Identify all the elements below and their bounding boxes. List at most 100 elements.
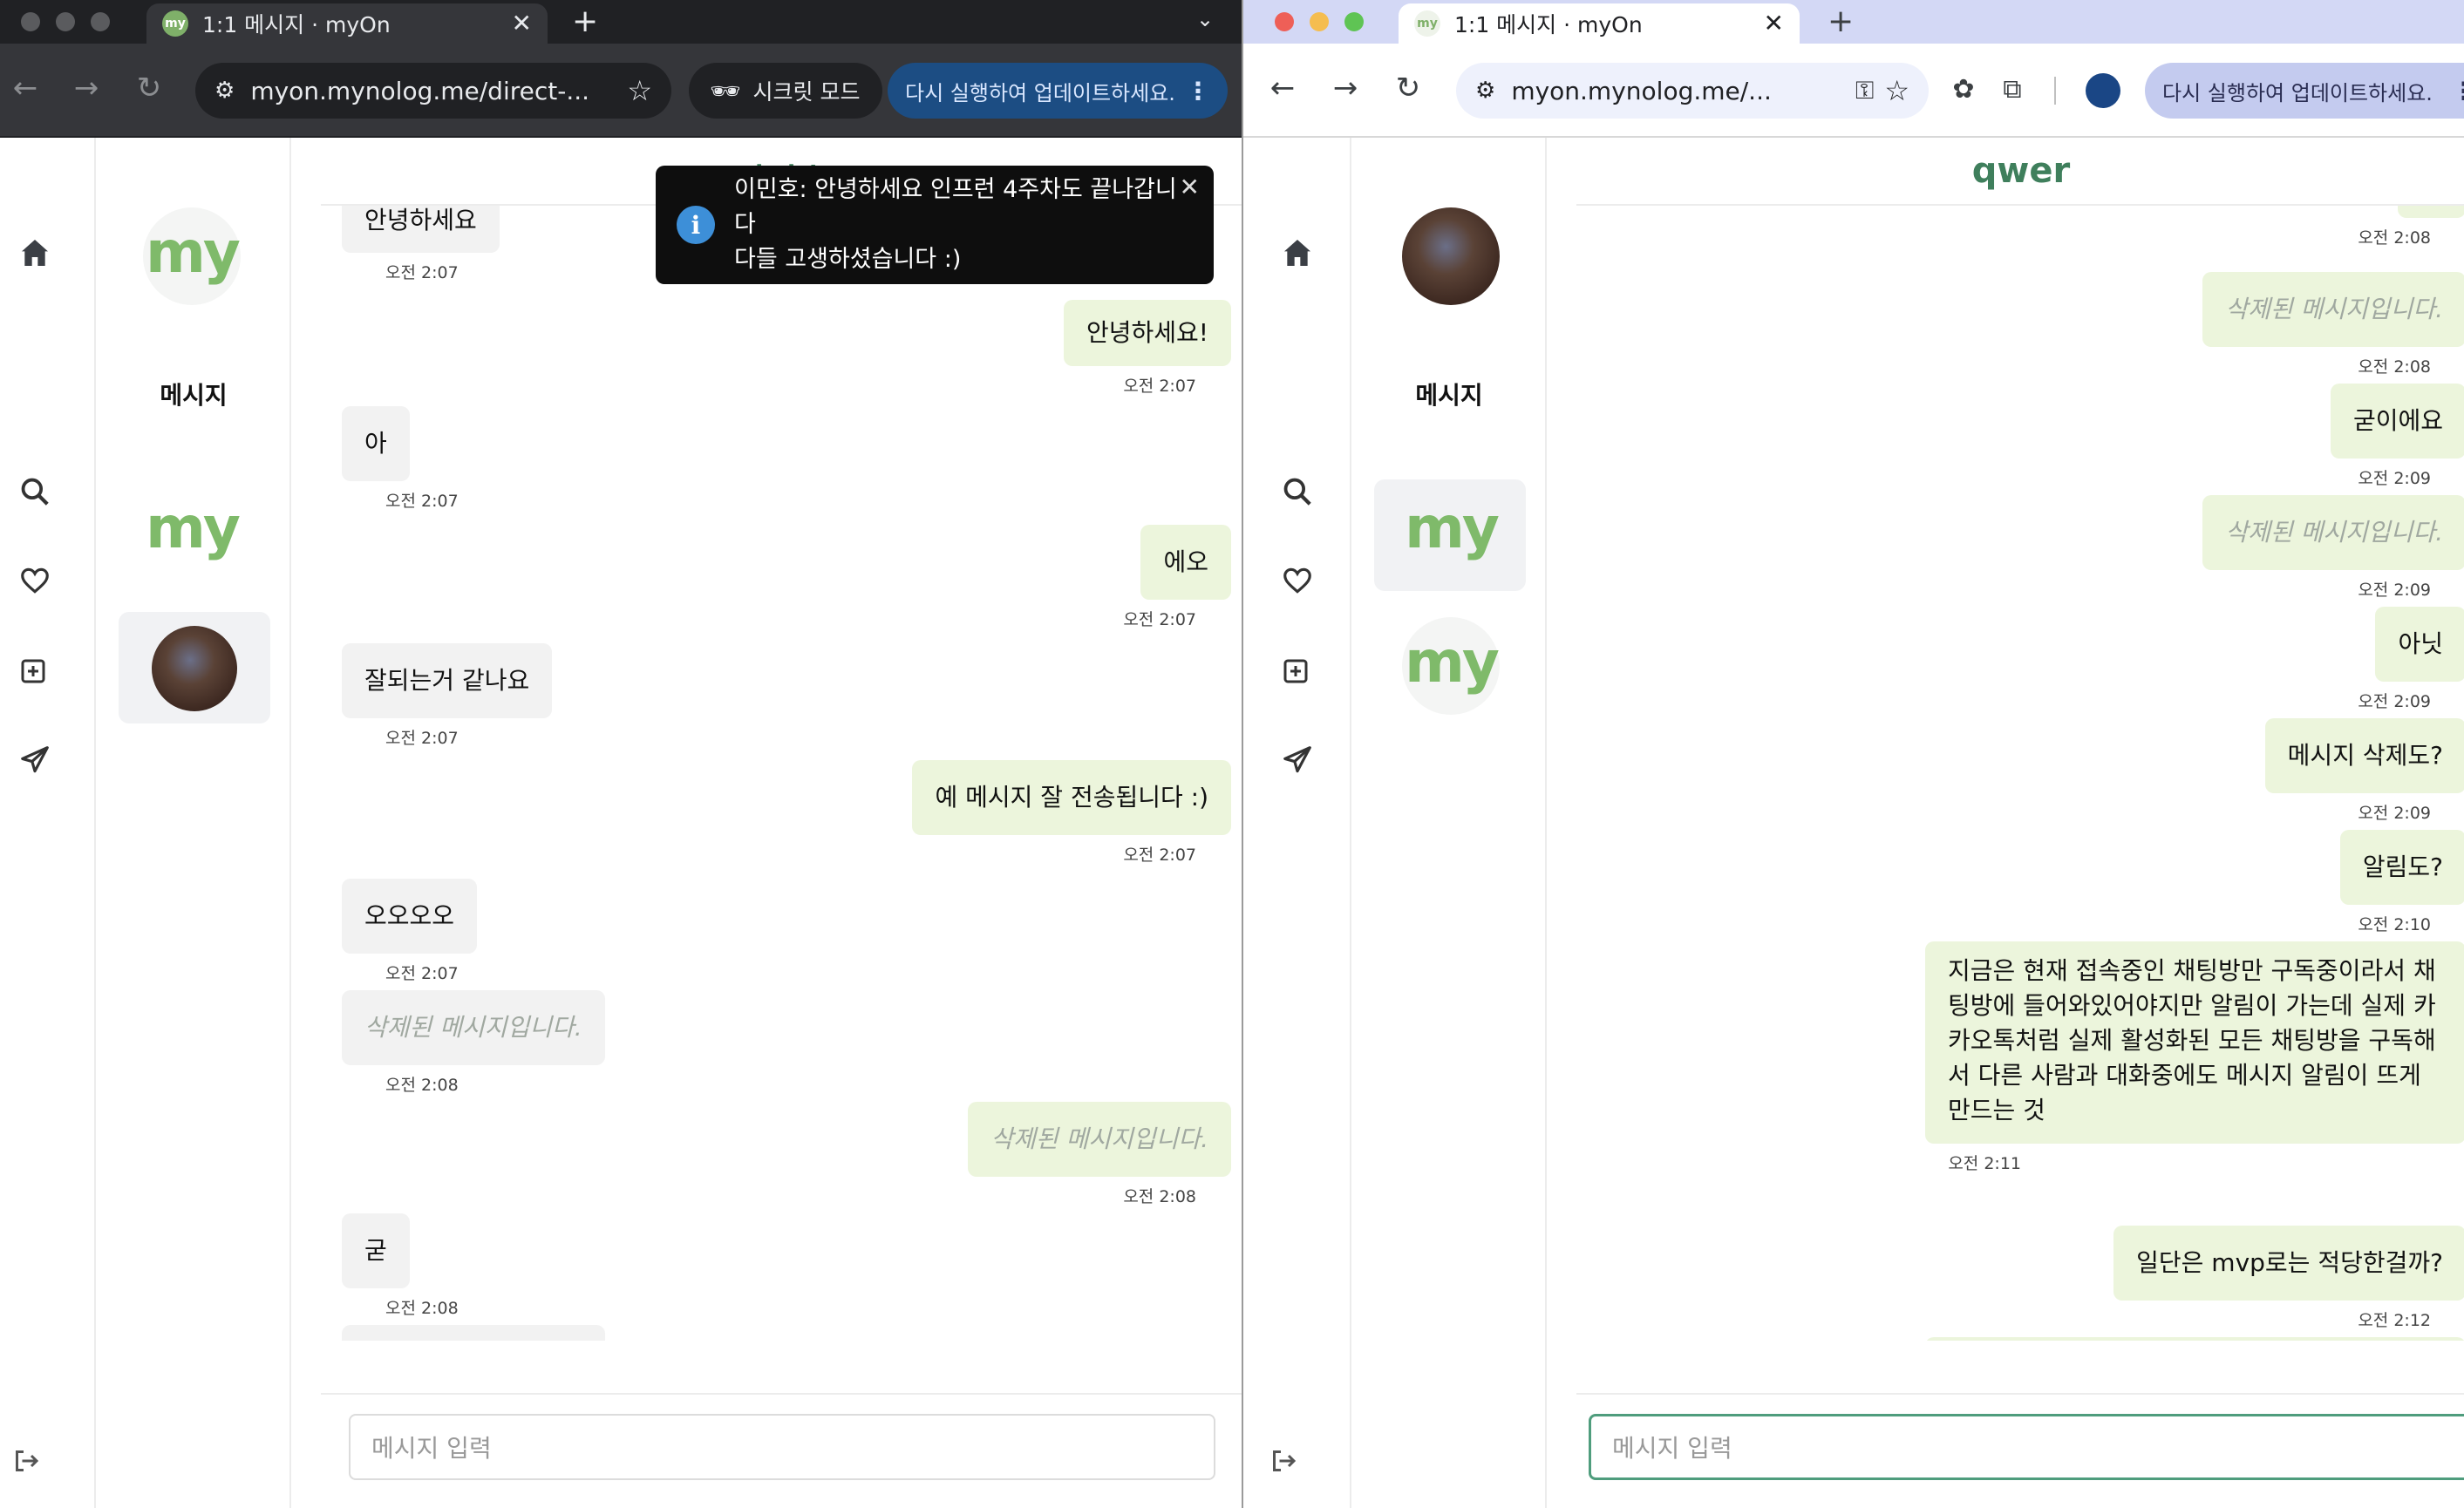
message-input[interactable]: 메시지 입력 [1589, 1414, 2464, 1480]
close-tab-icon[interactable]: ✕ [512, 11, 532, 36]
message-timestamp: 오전 2:07 [385, 263, 459, 282]
dm-item-avatar-2[interactable]: my [1402, 617, 1500, 715]
close-tab-icon[interactable]: ✕ [1764, 11, 1784, 36]
new-tab-icon[interactable]: + [572, 2, 598, 42]
new-tab-icon[interactable]: + [1828, 2, 1854, 42]
minimize-window-button[interactable] [56, 12, 75, 31]
dm-item-avatar[interactable]: my [1402, 483, 1500, 581]
reload-icon[interactable]: ↻ [127, 66, 171, 110]
close-window-button[interactable] [1275, 12, 1294, 31]
browser-toolbar: ← → ↻ ⚙ myon.mynolog.me/direct-... ☆ 🕶 시… [0, 44, 1242, 138]
message-bubble[interactable]: 굳 [342, 1213, 410, 1288]
info-icon: i [677, 206, 715, 244]
incognito-icon: 🕶 [710, 76, 741, 105]
logout-icon[interactable] [0, 1435, 52, 1487]
close-window-button[interactable] [21, 12, 40, 31]
heart-icon[interactable] [9, 554, 61, 607]
message-bubble[interactable]: 지금은 현재 접속중인 채팅방만 구독중이라서 채팅방에 들어와있어야지만 알림… [1925, 941, 2464, 1144]
chat-header-title: qwer [1576, 138, 2464, 206]
send-icon[interactable] [1271, 734, 1324, 786]
deleted-message-bubble[interactable]: 삭제된 메시지입니다. [2202, 272, 2464, 347]
message-bubble[interactable]: 잘되는거 같나요 [342, 643, 553, 718]
back-icon[interactable]: ← [1261, 66, 1304, 110]
dm-item-photo-avatar[interactable] [152, 626, 237, 711]
message-input[interactable]: 메시지 입력 [349, 1414, 1215, 1480]
maximize-window-button[interactable] [91, 12, 110, 31]
message-timestamp: 오전 2:10 [2358, 915, 2431, 934]
message-bubble[interactable]: 알림도? [2339, 830, 2464, 905]
update-chrome-button[interactable]: 다시 실행하여 업데이트하세요. ⋮ [888, 63, 1228, 119]
update-chrome-button[interactable]: 다시 실행하여 업데이트하세요. ⋮ [2145, 63, 2464, 119]
app-body: my 메시지 my 이민호 안녕하세요오전 2:07안녕하세요!오전 2:07아… [0, 138, 1242, 1508]
site-settings-icon[interactable]: ⚙ [214, 78, 235, 104]
deleted-message-bubble[interactable]: 삭제된 메시지입니다. [342, 1325, 605, 1341]
dm-list-title: 메시지 [1415, 381, 1483, 410]
message-bubble[interactable]: 오오오오 [342, 879, 478, 954]
profile-photo-avatar[interactable] [1402, 207, 1500, 305]
profile-avatar[interactable]: my [143, 207, 241, 305]
browser-window-left: my 1:1 메시지 · myOn ✕ + ⌄ ← → ↻ ⚙ myon.myn… [0, 0, 1242, 1508]
tab-active[interactable]: my 1:1 메시지 · myOn ✕ [146, 3, 548, 44]
message-timestamp: 오전 2:12 [2358, 1311, 2431, 1330]
toolbar-separator [2054, 77, 2056, 105]
message-bubble[interactable]: 아 [342, 406, 410, 481]
close-icon[interactable]: ✕ [1180, 173, 1200, 201]
home-icon[interactable] [1271, 227, 1324, 279]
tab-strip: my 1:1 메시지 · myOn ✕ + [1243, 0, 2464, 44]
deleted-message-bubble[interactable]: 삭제된 메시지입니다. [2202, 495, 2464, 570]
reload-icon[interactable]: ↻ [1386, 66, 1430, 110]
chat-panel: qwer ㅡ 오전 2:08 삭제된 메시지입니다. 오전 2:08 굳이에요오전 2:… [1576, 138, 2464, 1508]
forward-icon[interactable]: → [65, 66, 108, 110]
chevron-down-icon[interactable]: ⌄ [1196, 7, 1214, 31]
message-timestamp: 오전 2:07 [1123, 846, 1196, 865]
tab-title: 1:1 메시지 · myOn [202, 12, 391, 37]
message-bubble[interactable]: 굳이에요 [2330, 384, 2464, 459]
message-timestamp: 오전 2:07 [385, 964, 459, 983]
dm-item-avatar[interactable]: my [143, 483, 241, 581]
profile-avatar[interactable] [2086, 73, 2120, 108]
forward-icon[interactable]: → [1324, 66, 1367, 110]
message-timestamp: 오전 2:07 [385, 492, 459, 511]
message-bubble[interactable]: ㅡ [2398, 206, 2464, 218]
bookmark-star-icon[interactable]: ☆ [627, 74, 652, 107]
notification-toast[interactable]: i 이민호: 안녕하세요 인프런 4주차도 끝나갑니다 다들 고생하셨습니다 :… [656, 166, 1214, 284]
url-text: myon.mynolog.me/... [1511, 76, 1772, 105]
deleted-message-bubble[interactable]: 삭제된 메시지입니다. [968, 1102, 1231, 1177]
message-timestamp: 오전 2:09 [2358, 804, 2431, 823]
site-settings-icon[interactable]: ⚙ [1475, 78, 1495, 104]
heart-icon[interactable] [1271, 554, 1324, 607]
message-bubble[interactable]: 에오 [1140, 525, 1231, 600]
message-bubble[interactable]: 예 메시지 잘 전송됩니다 :) [912, 760, 1231, 835]
address-bar[interactable]: ⚙ myon.mynolog.me/... ⚿ ☆ [1456, 63, 1929, 119]
add-square-icon[interactable] [1269, 645, 1322, 697]
kebab-menu-icon[interactable]: ⋮ [2452, 77, 2464, 105]
send-icon[interactable] [9, 734, 61, 786]
puzzle-icon[interactable]: ⧉ [1993, 70, 2032, 108]
home-icon[interactable] [9, 227, 61, 279]
message-timestamp: 오전 2:08 [385, 1076, 459, 1095]
incognito-badge[interactable]: 🕶 시크릿 모드 [689, 63, 882, 119]
minimize-window-button[interactable] [1310, 12, 1329, 31]
search-icon[interactable] [9, 465, 61, 518]
bookmark-star-icon[interactable]: ☆ [1884, 74, 1909, 107]
message-bubble[interactable]: 안녕하세요! [1063, 300, 1231, 366]
message-bubble[interactable]: 메시지 삭제도? [2264, 718, 2464, 793]
message-bubble[interactable]: 안녕하세요 [342, 206, 500, 253]
browser-window-right: my 1:1 메시지 · myOn ✕ + ← → ↻ ⚙ myon.mynol… [1242, 0, 2464, 1508]
logout-icon[interactable] [1257, 1435, 1310, 1487]
message-bubble[interactable]: 일단은 mvp로는 적당한걸까? [2113, 1226, 2464, 1301]
kebab-menu-icon[interactable]: ⋮ [1186, 77, 1210, 105]
key-icon[interactable]: ⚿ [1855, 76, 1874, 105]
extension-icon[interactable]: ✿ [1944, 70, 1983, 108]
message-bubble[interactable]: 안녕하세요 인프런 4주차도 끝나갑니다 다들 고생하셨습니다 :) [1925, 1337, 2464, 1341]
deleted-message-bubble[interactable]: 삭제된 메시지입니다. [342, 990, 605, 1065]
add-square-icon[interactable] [7, 645, 59, 697]
message-bubble[interactable]: 아닛 [2375, 607, 2464, 682]
toast-text: 이민호: 안녕하세요 인프런 4주차도 끝나갑니다 다들 고생하셨습니다 :) [734, 176, 1177, 273]
search-icon[interactable] [1271, 465, 1324, 518]
dm-list: 메시지 my my [1353, 138, 1547, 1508]
address-bar[interactable]: ⚙ myon.mynolog.me/direct-... ☆ [195, 63, 671, 119]
tab-active[interactable]: my 1:1 메시지 · myOn ✕ [1399, 3, 1800, 44]
maximize-window-button[interactable] [1344, 12, 1364, 31]
back-icon[interactable]: ← [3, 66, 47, 110]
